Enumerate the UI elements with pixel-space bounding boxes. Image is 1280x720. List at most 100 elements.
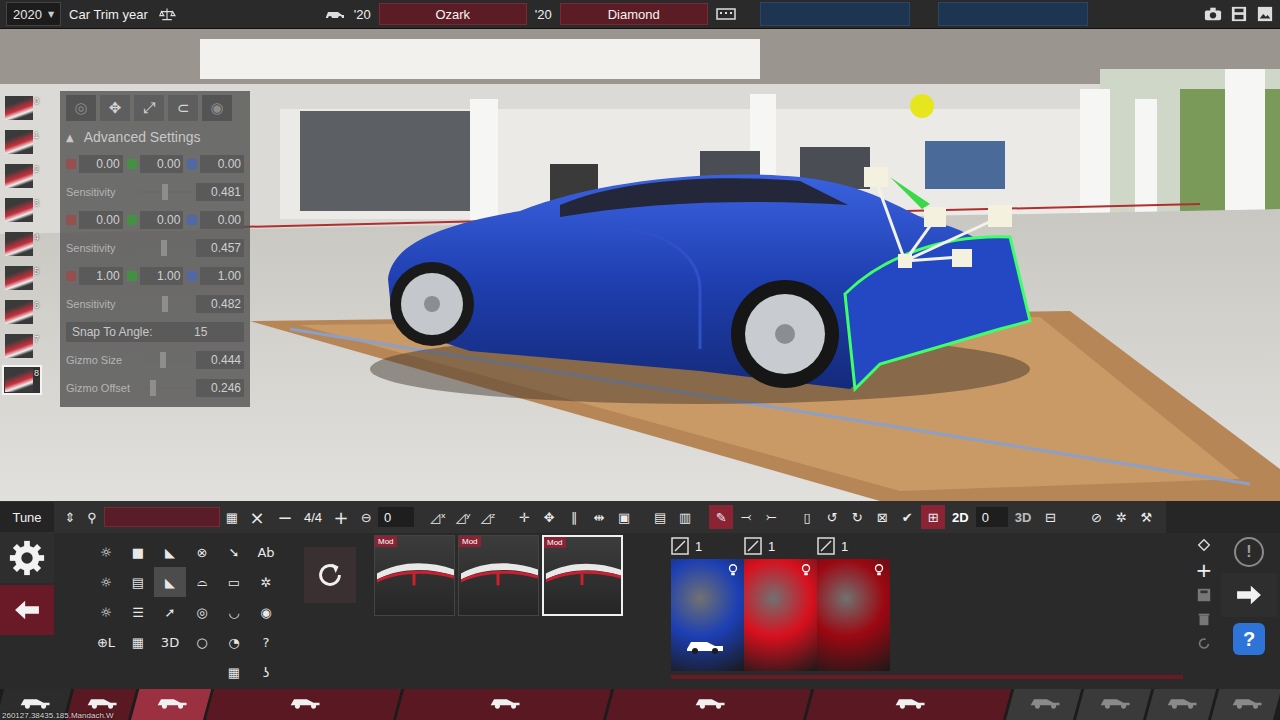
picture-icon[interactable] <box>1256 6 1274 22</box>
slider[interactable] <box>140 239 192 257</box>
reorder-button[interactable]: ⇕ <box>60 510 80 525</box>
previous-button[interactable]: − <box>272 507 298 528</box>
reset-button[interactable] <box>304 547 356 603</box>
fixture-item[interactable]: 4 <box>2 229 42 259</box>
nav-tab[interactable] <box>131 689 215 720</box>
next-step-button[interactable] <box>1221 573 1277 617</box>
nav-tab[interactable] <box>1076 689 1155 720</box>
slider-value[interactable]: 0.481 <box>196 183 244 201</box>
tool-grid-button[interactable]: ◣ <box>154 567 186 597</box>
gizmo-tool-button[interactable]: ⤢ <box>134 95 164 121</box>
camera-icon[interactable] <box>1204 6 1222 22</box>
tool-grid-button[interactable]: ■ <box>122 537 154 567</box>
tool-grid-button[interactable]: ➚ <box>154 597 186 627</box>
fixture-item[interactable]: 8 <box>2 365 42 395</box>
tool-button[interactable]: ▯ <box>795 505 819 529</box>
year-dropdown[interactable]: 2020▼ <box>6 2 61 26</box>
mode-2d-button[interactable]: 2D <box>947 510 974 525</box>
tool-button[interactable]: ✛ <box>512 505 536 529</box>
tool-grid-button[interactable]: ➘ <box>218 537 250 567</box>
gizmo-tool-button[interactable]: ✥ <box>100 95 130 121</box>
advanced-settings-header[interactable]: ▲Advanced Settings <box>66 127 244 147</box>
fixture-item[interactable]: 2 <box>2 161 42 191</box>
empty-field[interactable] <box>938 2 1088 26</box>
slider[interactable] <box>140 295 192 313</box>
tool-grid-button[interactable]: ☼ <box>90 537 122 567</box>
slider-value[interactable]: 0.482 <box>196 295 244 313</box>
fixture-item[interactable]: 7 <box>2 331 42 361</box>
tool-button[interactable]: ↻ <box>845 505 869 529</box>
tool-grid-button[interactable]: ◡ <box>218 597 250 627</box>
nav-tab[interactable] <box>1146 689 1220 720</box>
search-field[interactable] <box>104 507 220 527</box>
axis-field[interactable]: 1.00 <box>79 267 123 285</box>
axis-field[interactable]: 0.00 <box>140 211 184 229</box>
view-toggle-button[interactable]: ⊞ <box>921 505 945 529</box>
material-swatch[interactable] <box>744 559 817 671</box>
tool-button[interactable]: ✲ <box>1109 505 1133 529</box>
slider-knob[interactable] <box>162 296 168 312</box>
axis-field[interactable]: 1.00 <box>200 267 244 285</box>
gizmo-tool-button[interactable]: ⊂ <box>168 95 198 121</box>
tool-button[interactable]: ⇹ <box>587 505 611 529</box>
tool-grid-button[interactable]: ▦ <box>122 627 154 657</box>
tool-button[interactable]: ▥ <box>673 505 697 529</box>
transform-gizmo[interactable] <box>864 94 1012 268</box>
tool-button[interactable]: ✎ <box>709 505 733 529</box>
car-model-icon[interactable] <box>324 6 346 22</box>
undo-icon[interactable] <box>1196 635 1212 651</box>
tool-grid-button[interactable]: 3D <box>154 627 186 657</box>
tool-button[interactable]: ◿ᶻ <box>476 505 500 529</box>
fixture-item[interactable]: 6 <box>2 297 42 327</box>
tool-grid-button[interactable]: ▦ <box>218 657 250 687</box>
material-header[interactable]: 1 <box>817 535 890 557</box>
axis-field[interactable]: 1.00 <box>140 267 184 285</box>
tool-grid-button[interactable]: ? <box>250 627 282 657</box>
next-button[interactable]: + <box>328 507 354 528</box>
tool-button[interactable]: ◿ˣ <box>426 505 450 529</box>
variant-thumbnail[interactable]: Mod <box>374 535 455 616</box>
axis-field[interactable]: 0.00 <box>200 211 244 229</box>
trim-list-icon[interactable] <box>716 6 736 22</box>
trash-icon[interactable] <box>1196 611 1212 627</box>
tool-button[interactable]: ✔ <box>895 505 919 529</box>
gizmo-tool-button[interactable]: ◉ <box>202 95 232 121</box>
rotation-field[interactable]: 0 <box>378 507 414 527</box>
material-header[interactable]: 1 <box>671 535 744 557</box>
nav-tab[interactable] <box>206 689 405 720</box>
empty-field[interactable] <box>760 2 910 26</box>
slider-value[interactable]: 0.457 <box>196 239 244 257</box>
tool-grid-button[interactable]: ◉ <box>250 597 282 627</box>
axis-field[interactable]: 0.00 <box>140 155 184 173</box>
material-swatch[interactable] <box>671 559 744 671</box>
nav-tab[interactable] <box>396 689 615 720</box>
model-selector[interactable]: Ozark <box>379 3 527 25</box>
tool-grid-button[interactable]: ○ <box>186 627 218 657</box>
material-scrollbar[interactable] <box>671 675 1183 679</box>
tool-grid-button[interactable]: Ab <box>250 537 282 567</box>
slider-value[interactable]: 0.444 <box>196 351 244 369</box>
mode-3d-button[interactable]: 3D <box>1010 510 1037 525</box>
tool-grid-button[interactable]: ⊕L <box>90 627 122 657</box>
slider[interactable] <box>140 379 192 397</box>
trim-selector[interactable]: Diamond <box>560 3 708 25</box>
tool-button[interactable]: ⚒ <box>1134 505 1158 529</box>
tool-button[interactable]: ∥ <box>562 505 586 529</box>
tool-button[interactable]: ⤚ <box>759 505 783 529</box>
tool-grid-button[interactable]: ✲ <box>250 567 282 597</box>
slider-knob[interactable] <box>161 240 167 256</box>
tool-grid-button[interactable]: ◣ <box>154 537 186 567</box>
fixture-item[interactable]: 3 <box>2 195 42 225</box>
settings-button[interactable] <box>0 533 54 583</box>
tool-button[interactable]: ⤙ <box>734 505 758 529</box>
fixture-item[interactable]: 1 <box>2 127 42 157</box>
tool-button[interactable]: ↺ <box>820 505 844 529</box>
tool-grid-button[interactable]: ⊗ <box>186 537 218 567</box>
nav-tab[interactable] <box>606 689 815 720</box>
tune-button[interactable]: Tune <box>0 502 54 532</box>
tool-grid-button[interactable]: ʖ <box>250 657 282 687</box>
material-swatch[interactable] <box>817 559 890 671</box>
slider[interactable] <box>140 183 192 201</box>
tool-button[interactable]: ⊘ <box>1084 505 1108 529</box>
snap-field[interactable]: Snap To Angle:15 <box>66 322 244 342</box>
